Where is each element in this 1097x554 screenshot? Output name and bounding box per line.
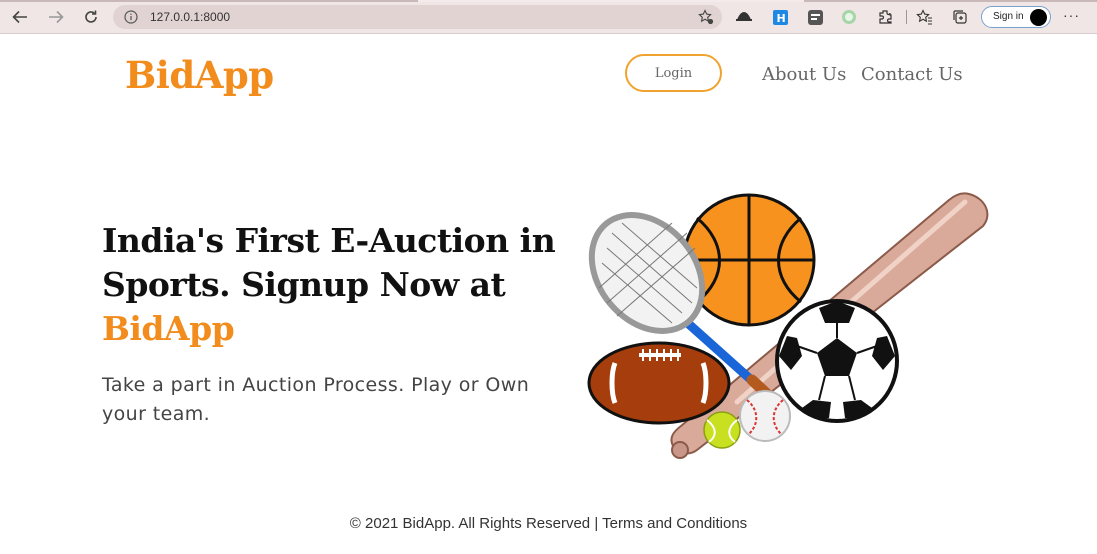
- tab-strip-line: [0, 0, 1097, 2]
- svg-text:H: H: [776, 12, 785, 25]
- hero-title-line-1: India's First E-Auction in: [102, 221, 556, 260]
- back-arrow-icon[interactable]: [9, 7, 31, 27]
- info-icon[interactable]: [124, 10, 138, 29]
- brand-logo[interactable]: BidApp: [125, 53, 274, 97]
- forward-arrow-icon[interactable]: [45, 7, 67, 27]
- login-button[interactable]: Login: [625, 54, 722, 92]
- sign-in-label: Sign in: [993, 11, 1024, 22]
- hero-subtitle: Take a part in Auction Process. Play or …: [102, 374, 530, 425]
- toolbar-separator: [906, 10, 907, 24]
- hero-title-accent: BidApp: [102, 309, 235, 348]
- address-url[interactable]: 127.0.0.1:8000: [150, 10, 230, 24]
- sports-equipment-illustration: [587, 192, 989, 459]
- hero-title-line-2: Sports. Signup Now at: [102, 265, 506, 304]
- favorites-icon[interactable]: [915, 8, 933, 26]
- tennis-ball-icon: [703, 411, 741, 449]
- profile-avatar-icon: [1030, 9, 1047, 26]
- favorite-star-icon[interactable]: [698, 9, 714, 30]
- refresh-icon[interactable]: [80, 7, 102, 27]
- more-icon[interactable]: ···: [1063, 7, 1080, 23]
- basketball-icon: [682, 193, 816, 327]
- browser-toolbar: 127.0.0.1:8000 H Sign in ···: [0, 0, 1097, 34]
- face-extension-icon[interactable]: [840, 8, 858, 26]
- soccer-ball-icon: [775, 299, 899, 423]
- collections-icon[interactable]: [951, 8, 969, 26]
- h-extension-icon[interactable]: H: [771, 8, 789, 26]
- nav-about-us[interactable]: About Us: [762, 64, 846, 85]
- extension-icon[interactable]: [876, 8, 894, 26]
- nav-contact-us[interactable]: Contact Us: [861, 64, 963, 85]
- hat-extension-icon[interactable]: [735, 8, 753, 26]
- american-football-icon: [587, 341, 731, 425]
- hero-title: India's First E-Auction in Sports. Signu…: [102, 219, 572, 351]
- sign-in-button[interactable]: Sign in: [981, 6, 1051, 28]
- grammar-extension-icon[interactable]: [806, 8, 824, 26]
- baseball-icon: [739, 390, 791, 442]
- footer-text: © 2021 BidApp. All Rights Reserved | Ter…: [349, 515, 748, 532]
- address-bar[interactable]: 127.0.0.1:8000: [113, 5, 722, 29]
